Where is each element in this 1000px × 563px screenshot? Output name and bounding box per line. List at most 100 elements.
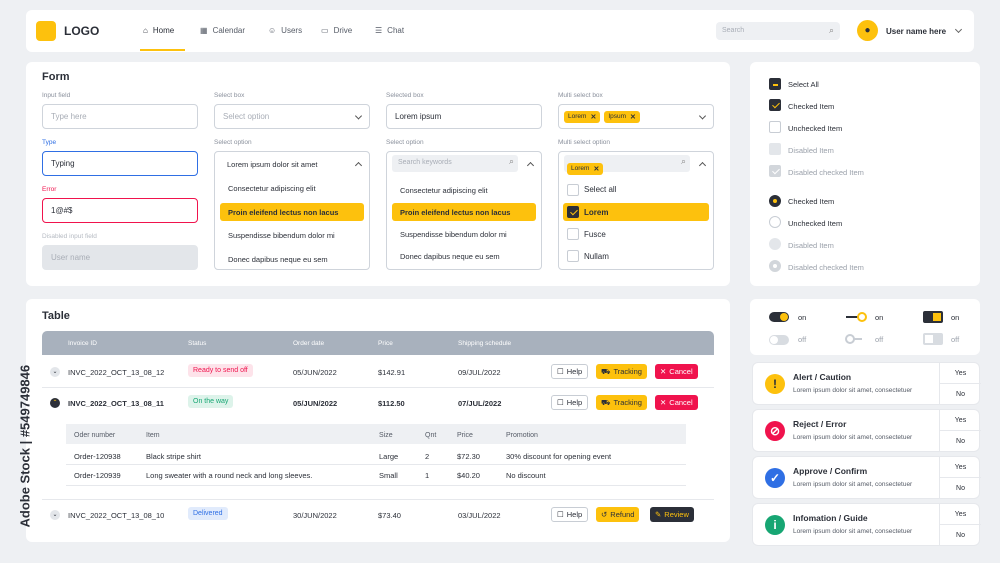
error-field-label: Error xyxy=(42,186,57,193)
dropdown-option[interactable]: Donec dapibus neque eu sem xyxy=(220,250,364,268)
refund-button[interactable]: ↺ Refund xyxy=(596,507,640,522)
unchecked-checkbox[interactable] xyxy=(769,121,781,133)
nav-calendar[interactable]: ▦ Calendar xyxy=(200,26,245,35)
chevron-up-icon[interactable] xyxy=(698,161,707,170)
warning-icon: ! xyxy=(765,374,785,394)
toggle-off[interactable] xyxy=(769,335,789,345)
square-toggle-off[interactable] xyxy=(923,333,943,345)
dropdown-option[interactable]: Consectetur adipiscing elit xyxy=(392,181,536,199)
unchecked-radio[interactable] xyxy=(769,216,781,228)
avatar[interactable]: ● xyxy=(857,20,878,41)
status-badge: Delivered xyxy=(188,507,228,520)
column-header: Price xyxy=(378,340,393,347)
logo-icon[interactable] xyxy=(36,21,56,41)
nav-drive[interactable]: ▭ Drive xyxy=(321,26,352,35)
alert-title: Alert / Caution xyxy=(793,372,852,382)
chevron-up-icon[interactable] xyxy=(526,161,535,170)
yes-button[interactable]: Yes xyxy=(939,410,981,431)
checkbox[interactable] xyxy=(567,228,579,240)
cancel-button[interactable]: ✕ Cancel xyxy=(655,364,698,379)
price: $142.91 xyxy=(378,368,406,377)
no-button[interactable]: No xyxy=(939,431,981,452)
checked-checkbox[interactable] xyxy=(769,99,781,111)
radio-label: Unchecked Item xyxy=(788,219,843,228)
chip[interactable]: Lorem ✕ xyxy=(567,162,604,175)
invoice-id: INVC_2022_OCT_13_08_10 xyxy=(68,511,165,520)
chevron-up-icon[interactable] xyxy=(354,161,363,170)
close-icon[interactable]: ✕ xyxy=(630,113,636,121)
checkbox-checked[interactable] xyxy=(567,206,579,218)
shipping-date: 03/JUL/2022 xyxy=(458,511,501,520)
multi-search-input[interactable]: Lorem ✕ ⌕ xyxy=(564,155,690,175)
expand-icon[interactable]: ⌄ xyxy=(50,367,60,377)
select-all-checkbox[interactable] xyxy=(769,78,781,90)
status-badge: Ready to send off xyxy=(188,364,253,377)
item-promotion: No discount xyxy=(506,471,546,480)
no-button[interactable]: No xyxy=(939,525,981,546)
search-input[interactable]: Search ⌕ xyxy=(716,22,840,40)
square-toggle-on[interactable] xyxy=(923,311,943,323)
search-icon: ⌕ xyxy=(508,156,514,166)
no-button[interactable]: No xyxy=(939,478,981,499)
shipping-date: 07/JUL/2022 xyxy=(458,399,502,408)
toggle-card xyxy=(750,299,980,355)
dropdown-option[interactable]: Consectetur adipiscing elit xyxy=(220,179,364,197)
type-field[interactable]: Typing xyxy=(42,151,198,176)
checked-radio[interactable] xyxy=(769,195,781,207)
dropdown-option-selected[interactable]: Proin eleifend lectus non lacus xyxy=(220,203,364,221)
user-icon: ● xyxy=(864,25,871,36)
input-field[interactable]: Type here xyxy=(42,104,198,129)
expand-icon[interactable]: ⌄ xyxy=(50,510,60,520)
sub-column-header: Oder number xyxy=(74,432,116,439)
multi-select-box[interactable]: Lorem ✕ Ipsum ✕ xyxy=(558,104,714,129)
close-icon[interactable]: ✕ xyxy=(590,113,596,121)
search-select-label: Select option xyxy=(386,139,424,146)
column-header: Status xyxy=(188,340,207,347)
yes-button[interactable]: Yes xyxy=(939,363,981,384)
user-name[interactable]: User name here xyxy=(886,27,946,36)
alert-error: ⊘ Reject / Error Lorem ipsum dolor sit a… xyxy=(752,409,981,452)
yes-button[interactable]: Yes xyxy=(939,504,981,525)
alert-text: Lorem ipsum dolor sit amet, consectetuer xyxy=(793,387,913,394)
nav-chat[interactable]: ☰ Chat xyxy=(375,26,404,35)
input-field-label: Input field xyxy=(42,92,71,99)
dropdown-option[interactable]: Donec dapibus neque eu sem xyxy=(392,247,536,265)
tracking-button[interactable]: ⛟ Tracking xyxy=(596,364,647,379)
checkbox[interactable] xyxy=(567,184,579,196)
selected-box-label: Selected box xyxy=(386,92,424,99)
toggle-on[interactable] xyxy=(769,312,789,322)
dropdown-option[interactable]: Suspendisse bibendum dolor mi xyxy=(220,226,364,244)
cancel-button[interactable]: ✕ Cancel xyxy=(655,395,698,410)
toggle-label: off xyxy=(875,335,884,344)
logo-text[interactable]: LOGO xyxy=(64,24,99,38)
help-button[interactable]: ☐ Help xyxy=(551,395,589,410)
select-box[interactable]: Select option xyxy=(214,104,370,129)
chip[interactable]: Lorem ✕ xyxy=(564,110,601,123)
close-icon[interactable]: ✕ xyxy=(593,165,599,173)
tracking-button[interactable]: ⛟ Tracking xyxy=(596,395,647,410)
order-date: 05/JUN/2022 xyxy=(293,368,337,377)
slider-toggle-knob[interactable] xyxy=(857,312,867,322)
sub-column-header: Size xyxy=(379,432,393,439)
dropdown-option[interactable]: Suspendisse bibendum dolor mi xyxy=(392,225,536,243)
error-field[interactable]: 1@#$ xyxy=(42,198,198,223)
item-name: Long sweater with a round neck and long … xyxy=(146,471,313,480)
alert-info: i Infomation / Guide Lorem ipsum dolor s… xyxy=(752,503,981,546)
order-number: Order-120939 xyxy=(74,471,121,480)
help-button[interactable]: ☐ Help xyxy=(551,507,589,522)
select-option-value[interactable]: Lorem ipsum dolor sit amet xyxy=(227,160,317,169)
dropdown-option-selected[interactable]: Proin eleifend lectus non lacus xyxy=(392,203,536,221)
nav-home[interactable]: ⌂ Home xyxy=(143,26,174,35)
no-button[interactable]: No xyxy=(939,384,981,405)
review-button[interactable]: ✎ Review xyxy=(650,507,694,522)
yes-button[interactable]: Yes xyxy=(939,457,981,478)
help-button[interactable]: ☐ Help xyxy=(551,364,589,379)
checkbox[interactable] xyxy=(567,250,579,262)
selected-box[interactable]: Lorem ipsum xyxy=(386,104,542,129)
sub-column-header: Promotion xyxy=(506,432,538,439)
slider-toggle-knob[interactable] xyxy=(845,334,855,344)
search-keywords-input[interactable]: Search keywords ⌕ xyxy=(392,155,518,172)
nav-users[interactable]: ☺ Users xyxy=(268,26,302,35)
expand-icon[interactable]: ⌃ xyxy=(50,398,60,408)
chip[interactable]: Ipsum ✕ xyxy=(604,110,640,123)
